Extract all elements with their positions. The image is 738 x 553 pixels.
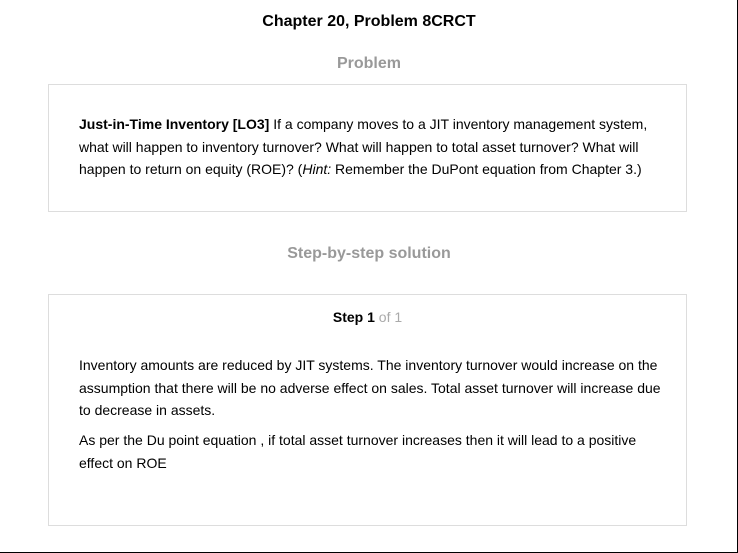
hint-label: Hint:	[302, 161, 332, 177]
problem-box: Just-in-Time Inventory [LO3] If a compan…	[48, 84, 687, 212]
problem-heading: Problem	[336, 55, 401, 72]
step-total: of 1	[374, 309, 403, 325]
solution-box: Step 1 of 1 Inventory amounts are reduce…	[48, 294, 687, 526]
solution-paragraph-1: Inventory amounts are reduced by JIT sys…	[79, 357, 661, 418]
page-title: Chapter 20, Problem 8CRCT	[262, 13, 476, 30]
solution-heading: Step-by-step solution	[287, 245, 451, 262]
solution-paragraph-2: As per the Du point equation , if total …	[79, 432, 637, 471]
problem-text: Just-in-Time Inventory [LO3] If a compan…	[79, 113, 669, 181]
problem-lead: Just-in-Time Inventory [LO3]	[79, 116, 270, 132]
hint-text: Remember the DuPont equation from Chapte…	[331, 161, 642, 177]
step-word: Step	[332, 309, 364, 325]
step-indicator: Step 1 of 1	[49, 308, 686, 326]
step-number: 1	[367, 309, 375, 325]
